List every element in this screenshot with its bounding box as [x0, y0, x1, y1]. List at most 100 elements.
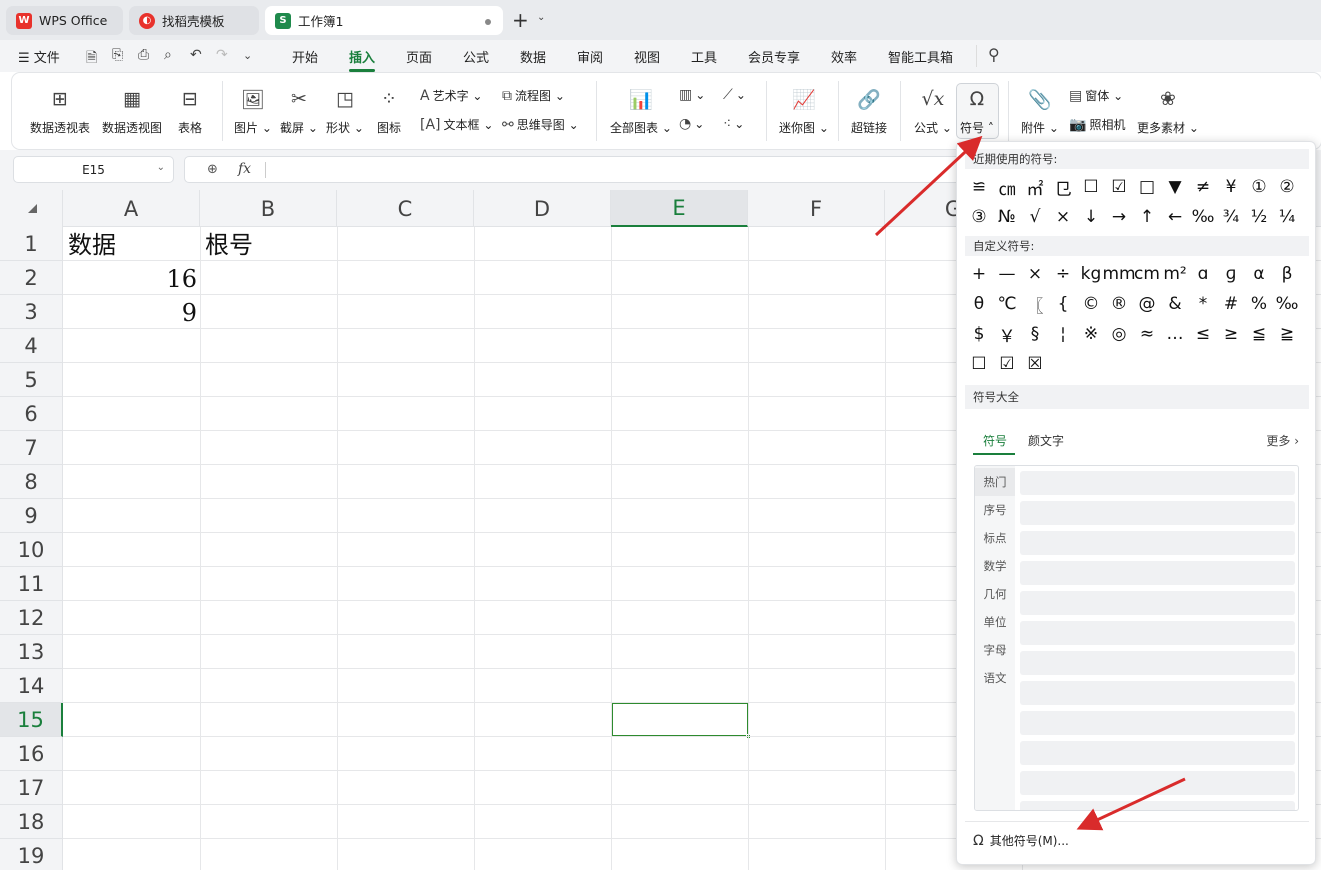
all-charts-button[interactable]: 📊 全部图表 ⌄ [610, 85, 672, 136]
attachment-button[interactable]: 📎 附件 ⌄ [1021, 85, 1059, 136]
row-header-1[interactable]: 1 [0, 227, 63, 261]
custom-symbol-18[interactable]: @ [1133, 289, 1161, 319]
more-chevron-icon[interactable]: ⌄ [243, 49, 252, 62]
cell-A1[interactable]: 数据 [68, 228, 116, 262]
custom-symbol-23[interactable]: ‰ [1273, 289, 1301, 319]
custom-symbol-9[interactable]: ɡ [1217, 259, 1245, 289]
tab-workbook[interactable]: S 工作簿1 [265, 6, 503, 35]
custom-symbol-35[interactable]: ≧ [1273, 319, 1301, 349]
new-tab-plus-icon[interactable]: + [512, 9, 529, 31]
save-icon[interactable]: 🗎 [86, 47, 97, 71]
cell-A2[interactable]: 16 [64, 262, 197, 296]
custom-symbol-36[interactable]: ☐ [965, 349, 993, 379]
custom-symbol-1[interactable]: — [993, 259, 1021, 289]
row-header-14[interactable]: 14 [0, 669, 63, 703]
recent-symbol-19[interactable]: ← [1161, 202, 1189, 232]
custom-symbol-8[interactable]: ɑ [1189, 259, 1217, 289]
menu-review[interactable]: 审阅 [577, 47, 603, 66]
icon-button[interactable]: ⁘ 图标 [377, 85, 401, 136]
camera-button[interactable]: 📷 照相机 [1069, 116, 1125, 133]
custom-symbol-0[interactable]: + [965, 259, 993, 289]
row-header-10[interactable]: 10 [0, 533, 63, 567]
recent-symbol-21[interactable]: ¾ [1217, 202, 1245, 232]
custom-symbol-31[interactable]: … [1161, 319, 1189, 349]
redo-icon[interactable]: ↷ [216, 47, 228, 63]
undo-icon[interactable]: ↶ [190, 47, 202, 63]
custom-symbol-34[interactable]: ≦ [1245, 319, 1273, 349]
column-header-F[interactable]: F [748, 190, 885, 227]
other-symbols-button[interactable]: Ω 其他符号(M)... [973, 832, 1069, 849]
select-all-corner[interactable] [0, 190, 63, 227]
column-header-A[interactable]: A [63, 190, 200, 227]
menu-efficiency[interactable]: 效率 [831, 47, 857, 66]
name-box[interactable]: E15 ⌄ [13, 156, 174, 183]
menu-formula[interactable]: 公式 [463, 47, 489, 66]
chevron-down-icon[interactable]: ⌄ [157, 162, 165, 173]
menu-page[interactable]: 页面 [406, 47, 432, 66]
category-6[interactable]: 字母 [975, 636, 1015, 664]
menu-member[interactable]: 会员专享 [748, 47, 800, 66]
recent-symbol-3[interactable]: ⺋ [1049, 172, 1077, 202]
custom-symbol-14[interactable]: 〖 [1021, 289, 1049, 319]
tab-wps-office[interactable]: W WPS Office [6, 6, 123, 35]
row-header-9[interactable]: 9 [0, 499, 63, 533]
recent-symbol-6[interactable]: □ [1133, 172, 1161, 202]
custom-symbol-33[interactable]: ≥ [1217, 319, 1245, 349]
row-header-5[interactable]: 5 [0, 363, 63, 397]
print-icon[interactable]: ⎙ [138, 47, 149, 63]
custom-symbol-4[interactable]: kg [1077, 259, 1105, 289]
recent-symbol-14[interactable]: √ [1021, 202, 1049, 232]
mindmap-button[interactable]: ⚯ 思维导图 ⌄ [502, 116, 579, 133]
flowchart-button[interactable]: ⧉ 流程图 ⌄ [502, 87, 565, 104]
selected-cell-E15[interactable] [611, 702, 751, 739]
scatter-chart-button[interactable]: ⁖ ⌄ [723, 116, 744, 132]
sparkline-button[interactable]: 📈 迷你图 ⌄ [779, 85, 829, 136]
more-link[interactable]: 更多 › [1266, 432, 1299, 449]
row-header-15[interactable]: 15 [0, 703, 63, 737]
custom-symbol-11[interactable]: β [1273, 259, 1301, 289]
custom-symbol-32[interactable]: ≤ [1189, 319, 1217, 349]
picture-button[interactable]: 🖼 图片 ⌄ [234, 85, 272, 136]
custom-symbol-3[interactable]: ÷ [1049, 259, 1077, 289]
category-5[interactable]: 单位 [975, 608, 1015, 636]
recent-symbol-16[interactable]: ↓ [1077, 202, 1105, 232]
category-0[interactable]: 热门 [975, 468, 1015, 496]
custom-symbol-29[interactable]: ◎ [1105, 319, 1133, 349]
formula-input[interactable]: ⊕ fx [184, 156, 964, 183]
row-header-17[interactable]: 17 [0, 771, 63, 805]
row-header-11[interactable]: 11 [0, 567, 63, 601]
category-7[interactable]: 语文 [975, 664, 1015, 692]
recent-symbol-0[interactable]: ≌ [965, 172, 993, 202]
column-header-B[interactable]: B [200, 190, 337, 227]
recent-symbol-5[interactable]: ☑ [1105, 172, 1133, 202]
art-text-button[interactable]: A 艺术字 ⌄ [420, 87, 482, 104]
recent-symbol-8[interactable]: ≠ [1189, 172, 1217, 202]
column-header-D[interactable]: D [474, 190, 611, 227]
tab-template[interactable]: ◐ 找稻壳模板 [129, 6, 259, 35]
row-header-19[interactable]: 19 [0, 839, 63, 870]
custom-symbol-6[interactable]: cm [1133, 259, 1161, 289]
recent-symbol-1[interactable]: ㎝ [993, 172, 1021, 202]
custom-symbol-15[interactable]: { [1049, 289, 1077, 319]
custom-symbol-7[interactable]: m² [1161, 259, 1189, 289]
menu-tools[interactable]: 工具 [691, 47, 717, 66]
custom-symbol-17[interactable]: ® [1105, 289, 1133, 319]
custom-symbol-19[interactable]: & [1161, 289, 1189, 319]
row-header-7[interactable]: 7 [0, 431, 63, 465]
zoom-icon[interactable]: ⊕ [207, 162, 218, 177]
row-header-6[interactable]: 6 [0, 397, 63, 431]
textbox-button[interactable]: [A] 文本框 ⌄ [420, 116, 493, 133]
search-icon[interactable]: ⚲ [988, 45, 1000, 64]
category-4[interactable]: 几何 [975, 580, 1015, 608]
custom-symbol-16[interactable]: © [1077, 289, 1105, 319]
screenshot-button[interactable]: ✂ 截屏 ⌄ [280, 85, 318, 136]
custom-symbol-25[interactable]: ￥ [993, 319, 1021, 349]
more-material-button[interactable]: ❀ 更多素材 ⌄ [1137, 85, 1199, 136]
print-preview-icon[interactable]: ⌕ [164, 47, 172, 63]
recent-symbol-12[interactable]: ③ [965, 202, 993, 232]
row-header-2[interactable]: 2 [0, 261, 63, 295]
tab-kaomoji[interactable]: 颜文字 [1028, 432, 1064, 449]
category-1[interactable]: 序号 [975, 496, 1015, 524]
recent-symbol-4[interactable]: ☐ [1077, 172, 1105, 202]
custom-symbol-5[interactable]: mm [1102, 259, 1135, 289]
